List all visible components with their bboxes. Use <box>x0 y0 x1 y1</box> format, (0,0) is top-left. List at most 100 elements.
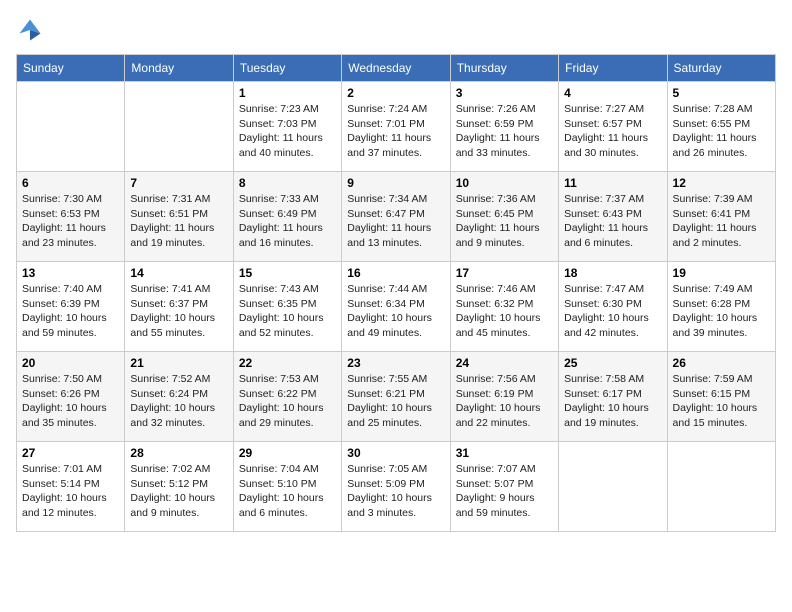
calendar-cell: 13Sunrise: 7:40 AMSunset: 6:39 PMDayligh… <box>17 262 125 352</box>
day-info: Sunrise: 7:47 AMSunset: 6:30 PMDaylight:… <box>564 282 661 341</box>
day-number: 29 <box>239 446 336 460</box>
day-number: 16 <box>347 266 444 280</box>
day-info: Sunrise: 7:39 AMSunset: 6:41 PMDaylight:… <box>673 192 770 251</box>
calendar-cell: 21 Sunrise: 7:52 AMSunset: 6:24 PMDayligh… <box>125 352 233 442</box>
day-number: 4 <box>564 86 661 100</box>
calendar-cell: 30Sunrise: 7:05 AMSunset: 5:09 PMDayligh… <box>342 442 450 532</box>
day-info: Sunrise: 7:37 AMSunset: 6:43 PMDaylight:… <box>564 192 661 251</box>
day-number: 1 <box>239 86 336 100</box>
day-number: 15 <box>239 266 336 280</box>
weekday-header: Saturday <box>667 55 775 82</box>
calendar-week-row: 13Sunrise: 7:40 AMSunset: 6:39 PMDayligh… <box>17 262 776 352</box>
day-number: 2 <box>347 86 444 100</box>
day-info: Sunrise: 7:01 AMSunset: 5:14 PMDaylight:… <box>22 462 119 521</box>
day-info: Sunrise: 7:44 AMSunset: 6:34 PMDaylight:… <box>347 282 444 341</box>
day-number: 31 <box>456 446 553 460</box>
calendar-cell: 17Sunrise: 7:46 AMSunset: 6:32 PMDayligh… <box>450 262 558 352</box>
day-info: Sunrise: 7:04 AMSunset: 5:10 PMDaylight:… <box>239 462 336 521</box>
calendar-cell: 6 Sunrise: 7:30 AMSunset: 6:53 PMDaylight… <box>17 172 125 262</box>
calendar-cell: 11 Sunrise: 7:37 AMSunset: 6:43 PMDayligh… <box>559 172 667 262</box>
calendar-cell <box>17 82 125 172</box>
calendar-cell: 18 Sunrise: 7:47 AMSunset: 6:30 PMDayligh… <box>559 262 667 352</box>
page-header <box>16 16 776 44</box>
day-number: 26 <box>673 356 770 370</box>
weekday-header-row: SundayMondayTuesdayWednesdayThursdayFrid… <box>17 55 776 82</box>
day-info: Sunrise: 7:50 AMSunset: 6:26 PMDaylight:… <box>22 372 119 431</box>
day-info: Sunrise: 7:30 AMSunset: 6:53 PMDaylight:… <box>22 192 119 251</box>
day-info: Sunrise: 7:40 AMSunset: 6:39 PMDaylight:… <box>22 282 119 341</box>
day-info: Sunrise: 7:55 AMSunset: 6:21 PMDaylight:… <box>347 372 444 431</box>
day-info: Sunrise: 7:24 AMSunset: 7:01 PMDaylight:… <box>347 102 444 161</box>
calendar-cell: 1 Sunrise: 7:23 AMSunset: 7:03 PMDaylight… <box>233 82 341 172</box>
day-number: 14 <box>130 266 227 280</box>
day-info: Sunrise: 7:43 AMSunset: 6:35 PMDaylight:… <box>239 282 336 341</box>
calendar-week-row: 20 Sunrise: 7:50 AMSunset: 6:26 PMDayligh… <box>17 352 776 442</box>
day-number: 11 <box>564 176 661 190</box>
day-info: Sunrise: 7:27 AMSunset: 6:57 PMDaylight:… <box>564 102 661 161</box>
calendar-week-row: 1 Sunrise: 7:23 AMSunset: 7:03 PMDaylight… <box>17 82 776 172</box>
day-number: 28 <box>130 446 227 460</box>
calendar-week-row: 6 Sunrise: 7:30 AMSunset: 6:53 PMDaylight… <box>17 172 776 262</box>
day-info: Sunrise: 7:36 AMSunset: 6:45 PMDaylight:… <box>456 192 553 251</box>
day-info: Sunrise: 7:53 AMSunset: 6:22 PMDaylight:… <box>239 372 336 431</box>
day-info: Sunrise: 7:58 AMSunset: 6:17 PMDaylight:… <box>564 372 661 431</box>
day-number: 9 <box>347 176 444 190</box>
day-info: Sunrise: 7:33 AMSunset: 6:49 PMDaylight:… <box>239 192 336 251</box>
calendar-body: 1 Sunrise: 7:23 AMSunset: 7:03 PMDaylight… <box>17 82 776 532</box>
calendar-cell: 5 Sunrise: 7:28 AMSunset: 6:55 PMDaylight… <box>667 82 775 172</box>
calendar-cell: 10 Sunrise: 7:36 AMSunset: 6:45 PMDayligh… <box>450 172 558 262</box>
calendar-cell: 2 Sunrise: 7:24 AMSunset: 7:01 PMDaylight… <box>342 82 450 172</box>
weekday-header: Thursday <box>450 55 558 82</box>
day-info: Sunrise: 7:02 AMSunset: 5:12 PMDaylight:… <box>130 462 227 521</box>
day-number: 25 <box>564 356 661 370</box>
calendar-week-row: 27 Sunrise: 7:01 AMSunset: 5:14 PMDayligh… <box>17 442 776 532</box>
calendar-cell: 4 Sunrise: 7:27 AMSunset: 6:57 PMDaylight… <box>559 82 667 172</box>
calendar-cell: 15 Sunrise: 7:43 AMSunset: 6:35 PMDayligh… <box>233 262 341 352</box>
day-info: Sunrise: 7:31 AMSunset: 6:51 PMDaylight:… <box>130 192 227 251</box>
day-number: 27 <box>22 446 119 460</box>
day-number: 18 <box>564 266 661 280</box>
calendar-cell: 24Sunrise: 7:56 AMSunset: 6:19 PMDayligh… <box>450 352 558 442</box>
calendar-cell: 23 Sunrise: 7:55 AMSunset: 6:21 PMDayligh… <box>342 352 450 442</box>
day-number: 10 <box>456 176 553 190</box>
weekday-header: Friday <box>559 55 667 82</box>
day-number: 5 <box>673 86 770 100</box>
calendar-cell <box>125 82 233 172</box>
day-info: Sunrise: 7:41 AMSunset: 6:37 PMDaylight:… <box>130 282 227 341</box>
calendar-cell: 3 Sunrise: 7:26 AMSunset: 6:59 PMDaylight… <box>450 82 558 172</box>
day-number: 8 <box>239 176 336 190</box>
day-number: 7 <box>130 176 227 190</box>
day-info: Sunrise: 7:07 AMSunset: 5:07 PMDaylight:… <box>456 462 553 521</box>
day-info: Sunrise: 7:05 AMSunset: 5:09 PMDaylight:… <box>347 462 444 521</box>
calendar-cell: 19 Sunrise: 7:49 AMSunset: 6:28 PMDayligh… <box>667 262 775 352</box>
day-info: Sunrise: 7:49 AMSunset: 6:28 PMDaylight:… <box>673 282 770 341</box>
calendar-cell <box>559 442 667 532</box>
day-number: 6 <box>22 176 119 190</box>
calendar-cell <box>667 442 775 532</box>
weekday-header: Wednesday <box>342 55 450 82</box>
weekday-header: Sunday <box>17 55 125 82</box>
calendar-cell: 27 Sunrise: 7:01 AMSunset: 5:14 PMDayligh… <box>17 442 125 532</box>
logo <box>16 16 48 44</box>
calendar-cell: 16 Sunrise: 7:44 AMSunset: 6:34 PMDayligh… <box>342 262 450 352</box>
day-number: 19 <box>673 266 770 280</box>
day-info: Sunrise: 7:52 AMSunset: 6:24 PMDaylight:… <box>130 372 227 431</box>
day-info: Sunrise: 7:23 AMSunset: 7:03 PMDaylight:… <box>239 102 336 161</box>
day-number: 3 <box>456 86 553 100</box>
day-number: 22 <box>239 356 336 370</box>
day-number: 20 <box>22 356 119 370</box>
day-info: Sunrise: 7:28 AMSunset: 6:55 PMDaylight:… <box>673 102 770 161</box>
calendar-cell: 22 Sunrise: 7:53 AMSunset: 6:22 PMDayligh… <box>233 352 341 442</box>
day-info: Sunrise: 7:46 AMSunset: 6:32 PMDaylight:… <box>456 282 553 341</box>
calendar-cell: 25 Sunrise: 7:58 AMSunset: 6:17 PMDayligh… <box>559 352 667 442</box>
day-info: Sunrise: 7:26 AMSunset: 6:59 PMDaylight:… <box>456 102 553 161</box>
calendar-cell: 29 Sunrise: 7:04 AMSunset: 5:10 PMDayligh… <box>233 442 341 532</box>
day-info: Sunrise: 7:59 AMSunset: 6:15 PMDaylight:… <box>673 372 770 431</box>
calendar-cell: 26 Sunrise: 7:59 AMSunset: 6:15 PMDayligh… <box>667 352 775 442</box>
day-number: 21 <box>130 356 227 370</box>
calendar-table: SundayMondayTuesdayWednesdayThursdayFrid… <box>16 54 776 532</box>
day-info: Sunrise: 7:34 AMSunset: 6:47 PMDaylight:… <box>347 192 444 251</box>
day-number: 24 <box>456 356 553 370</box>
calendar-cell: 12Sunrise: 7:39 AMSunset: 6:41 PMDayligh… <box>667 172 775 262</box>
day-number: 23 <box>347 356 444 370</box>
